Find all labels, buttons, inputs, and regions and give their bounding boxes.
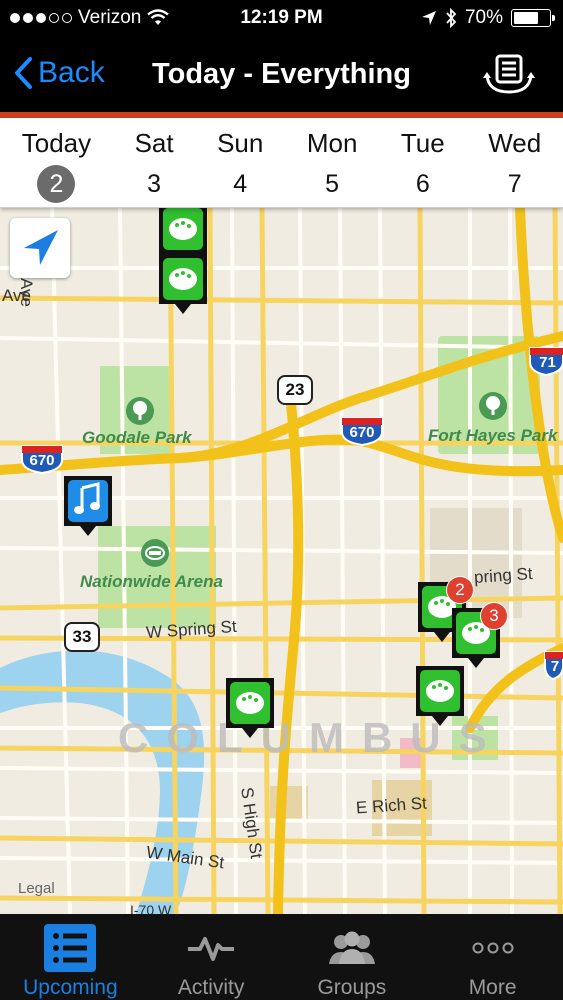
day-number: 4 xyxy=(233,170,248,198)
interstate-number: 670 xyxy=(349,424,375,441)
map-base xyxy=(0,208,563,914)
status-bar: Verizon 12:19 PM 70% xyxy=(0,0,563,38)
event-pin-art[interactable] xyxy=(222,674,278,744)
day-tab-wed[interactable]: Wed 7 xyxy=(488,118,541,207)
map-label-i70w: I-70 W xyxy=(130,902,172,914)
interstate-number: 670 xyxy=(29,452,55,469)
map-label-spring-st: pring St xyxy=(473,563,534,588)
pulse-icon xyxy=(183,922,239,974)
stadium-icon xyxy=(141,539,169,567)
interstate-shield: 71 xyxy=(528,346,563,377)
navigation-bar: Back Today - Everything xyxy=(0,38,563,112)
tab-label: More xyxy=(468,976,517,999)
tab-more[interactable]: More xyxy=(422,914,563,1000)
map-label-fort-hayes-park: Fort Hayes Park xyxy=(428,426,558,445)
day-number: 7 xyxy=(507,170,522,198)
park-tree-icon xyxy=(479,392,507,420)
day-name: Wed xyxy=(488,128,542,158)
tab-label: Upcoming xyxy=(23,976,118,999)
bluetooth-icon xyxy=(446,8,457,28)
day-tab-mon[interactable]: Mon 5 xyxy=(307,118,358,207)
park-tree-icon xyxy=(126,397,154,425)
ellipsis-icon xyxy=(465,922,521,974)
tab-upcoming[interactable]: Upcoming xyxy=(0,914,141,1000)
day-number: 2 xyxy=(37,165,76,203)
event-pin-music[interactable] xyxy=(60,472,116,542)
day-number: 5 xyxy=(325,170,340,198)
map-view[interactable]: 23 33 670 670 71 7 Ave Ave Goodale Park … xyxy=(0,208,563,914)
interstate-shield: 670 xyxy=(20,444,64,475)
day-name: Mon xyxy=(306,128,358,158)
locate-me-button[interactable] xyxy=(10,218,70,278)
day-tab-sat[interactable]: Sat 3 xyxy=(135,118,174,207)
battery-icon xyxy=(511,9,555,27)
day-name: Sat xyxy=(134,128,174,158)
legal-link[interactable]: Legal xyxy=(18,880,55,897)
map-label-ave-vertical: Ave xyxy=(17,278,36,307)
status-right: 70% xyxy=(421,7,555,29)
location-arrow-icon xyxy=(421,11,436,25)
people-icon xyxy=(324,922,380,974)
palette-icon xyxy=(159,254,207,314)
map-label-nationwide-arena: Nationwide Arena xyxy=(80,572,223,591)
interstate-number: 71 xyxy=(539,354,556,371)
location-arrow-icon xyxy=(24,230,58,265)
tab-activity[interactable]: Activity xyxy=(141,914,282,1000)
day-name: Sun xyxy=(217,128,264,158)
tab-bar: Upcoming Activity Groups More xyxy=(0,914,563,1000)
us-route-shield: 33 xyxy=(64,622,100,652)
list-refresh-icon xyxy=(483,54,535,94)
day-number: 6 xyxy=(415,170,430,198)
list-icon xyxy=(42,922,98,974)
page-title: Today - Everything xyxy=(152,58,411,90)
day-selector: Today 2 Sat 3 Sun 4 Mon 5 Tue 6 Wed 7 xyxy=(0,118,563,208)
palette-icon xyxy=(226,678,274,738)
battery-percent: 70% xyxy=(464,7,503,28)
interstate-shield: 7 xyxy=(543,650,563,681)
day-tab-sun[interactable]: Sun 4 xyxy=(217,118,263,207)
cluster-count-badge: 2 xyxy=(446,576,474,604)
event-pin-art[interactable] xyxy=(412,662,468,732)
day-tab-tue[interactable]: Tue 6 xyxy=(401,118,445,207)
tab-label: Groups xyxy=(317,976,387,999)
interstate-shield: 670 xyxy=(340,416,384,447)
tab-groups[interactable]: Groups xyxy=(282,914,423,1000)
cluster-count-badge: 3 xyxy=(480,602,508,630)
palette-icon xyxy=(416,666,464,726)
list-refresh-button[interactable] xyxy=(481,50,537,100)
day-name: Tue xyxy=(400,128,445,158)
day-name: Today xyxy=(21,128,92,158)
interstate-number: 7 xyxy=(550,658,560,675)
music-note-icon xyxy=(64,476,112,536)
day-number: 3 xyxy=(147,170,162,198)
tab-label: Activity xyxy=(177,976,245,999)
map-label-goodale-park: Goodale Park xyxy=(82,428,192,447)
event-pin-art[interactable] xyxy=(155,250,211,320)
us-route-shield: 23 xyxy=(277,375,313,405)
day-tab-today[interactable]: Today 2 xyxy=(22,118,91,207)
